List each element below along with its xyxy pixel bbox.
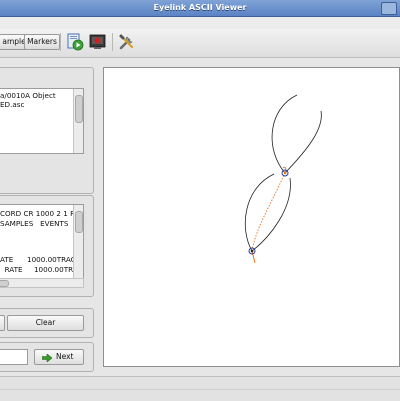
- clear-panel: Clear: [0, 308, 94, 338]
- fixation-marker-center: [283, 171, 287, 175]
- header-list-scrollbar[interactable]: [73, 205, 83, 278]
- gaze-trace-plot: [244, 94, 322, 264]
- saccade-path: [251, 177, 291, 252]
- toolbar-separator: [112, 33, 113, 51]
- next-label: Next: [56, 352, 74, 361]
- fixation-marker-center: [250, 249, 254, 253]
- play-icon[interactable]: [66, 33, 84, 51]
- header-list[interactable]: CORD CR 1000 2 1 R SAMPLES EVENTS ATE 10…: [0, 204, 84, 279]
- list-item: SAMPLES EVENTS: [0, 219, 69, 228]
- toolbar: amples Markers: [0, 29, 400, 58]
- scroll-thumb[interactable]: [75, 211, 83, 233]
- gaze-canvas[interactable]: [103, 67, 400, 367]
- record-icon[interactable]: [89, 33, 107, 51]
- window-controls[interactable]: [381, 2, 397, 15]
- scroll-thumb[interactable]: [0, 280, 9, 287]
- header-panel: CORD CR 1000 2 1 R SAMPLES EVENTS ATE 10…: [0, 195, 94, 297]
- list-item: ATE 1000.00TRACKIN: [0, 255, 84, 264]
- scroll-thumb[interactable]: [75, 95, 83, 123]
- next-button[interactable]: Next: [34, 349, 84, 365]
- toolbar-separator: [60, 33, 61, 51]
- title-bar: Eyelink ASCII Viewer: [0, 0, 400, 17]
- arrow-right-icon: [41, 353, 53, 367]
- navigation-panel: Next: [0, 342, 94, 372]
- list-item[interactable]: ED.asc: [0, 100, 24, 109]
- list-item[interactable]: a/0010A Object: [0, 91, 56, 100]
- list-item: RATE 1000.00TRACKIN: [4, 265, 83, 274]
- file-list-scrollbar[interactable]: [73, 89, 83, 153]
- tools-icon[interactable]: [118, 33, 136, 51]
- partial-button[interactable]: [0, 315, 5, 331]
- header-list-hscrollbar[interactable]: [0, 278, 84, 288]
- list-item: CORD CR 1000 2 1 R: [0, 209, 76, 218]
- status-divider: [0, 389, 400, 390]
- markers-button[interactable]: Markers: [24, 34, 60, 50]
- trial-input[interactable]: [0, 349, 28, 365]
- saccade-path: [244, 173, 275, 252]
- saccade-path: [271, 94, 298, 174]
- clear-button[interactable]: Clear: [7, 315, 84, 331]
- file-panel: a/0010A Object ED.asc: [0, 67, 94, 194]
- file-list[interactable]: a/0010A Object ED.asc: [0, 88, 84, 154]
- window-title: Eyelink ASCII Viewer: [153, 3, 247, 12]
- fixation-trace: [251, 172, 286, 252]
- status-bar: [0, 376, 400, 401]
- saccade-path: [284, 110, 322, 174]
